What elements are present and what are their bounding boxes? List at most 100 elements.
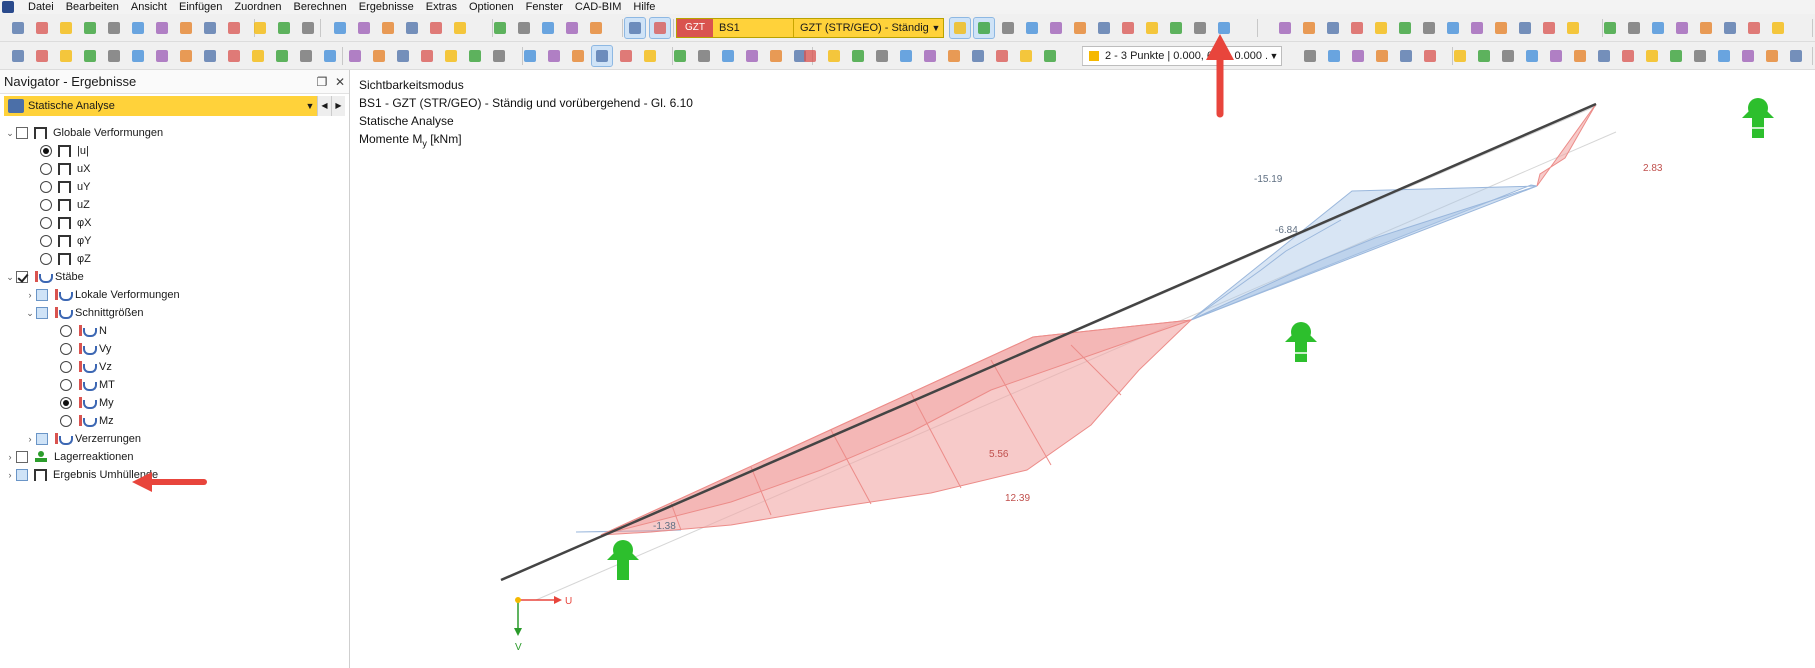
checkbox[interactable]	[36, 289, 48, 301]
toolbar-tool-icon[interactable]	[514, 18, 534, 38]
checkbox[interactable]	[16, 451, 28, 463]
toolbar-tool-icon[interactable]	[766, 46, 786, 66]
toolbar-tool-icon[interactable]	[1714, 46, 1734, 66]
toolbar-tool-icon[interactable]	[992, 46, 1012, 66]
toolbar-tool-icon[interactable]	[718, 46, 738, 66]
toolbar-tool-icon[interactable]	[968, 46, 988, 66]
toolbar-tool-icon[interactable]	[1142, 18, 1162, 38]
toolbar-tool-icon[interactable]	[378, 18, 398, 38]
collapse-icon[interactable]: ⌄	[24, 308, 36, 319]
float-panel-icon[interactable]: ❐	[313, 75, 331, 89]
menu-einfuegen[interactable]: Einfügen	[173, 0, 228, 14]
toolbar-tool-icon[interactable]	[1546, 46, 1566, 66]
toolbar-tool-icon[interactable]	[640, 46, 660, 66]
toolbar-tool-icon[interactable]	[128, 18, 148, 38]
radio-button[interactable]	[40, 253, 52, 265]
tree-item-schnittgroessen[interactable]: ⌄ Schnittgrößen	[24, 304, 143, 322]
radio-button[interactable]	[40, 145, 52, 157]
radio-button[interactable]	[40, 181, 52, 193]
toolbar-tool-icon[interactable]	[1642, 46, 1662, 66]
toolbar-tool-icon[interactable]	[800, 46, 820, 66]
close-icon[interactable]: ✕	[331, 75, 349, 89]
collapse-icon[interactable]: ⌄	[4, 128, 16, 139]
toolbar-tool-icon[interactable]	[1690, 46, 1710, 66]
menu-extras[interactable]: Extras	[420, 0, 463, 14]
toolbar-tool-icon[interactable]	[32, 46, 52, 66]
toolbar-tool-icon[interactable]	[330, 18, 350, 38]
toolbar-tool-icon[interactable]	[1491, 18, 1511, 38]
toolbar-tool-icon[interactable]	[1720, 18, 1740, 38]
expand-icon[interactable]: ›	[24, 290, 36, 300]
toolbar-tool-icon[interactable]	[544, 46, 564, 66]
toolbar-tool-icon[interactable]	[224, 46, 244, 66]
toolbar-tool-icon[interactable]	[1166, 18, 1186, 38]
tree-item-staebe[interactable]: ⌄ Stäbe	[4, 268, 84, 286]
radio-button[interactable]	[40, 217, 52, 229]
next-icon[interactable]: ▶	[331, 96, 345, 116]
toolbar-tool-icon[interactable]	[1672, 18, 1692, 38]
toolbar-tool-icon[interactable]	[417, 46, 437, 66]
menu-berechnen[interactable]: Berechnen	[288, 0, 353, 14]
toolbar-tool-icon[interactable]	[848, 46, 868, 66]
toolbar-tool-icon[interactable]	[250, 18, 270, 38]
tree-item-vy[interactable]: Vy	[60, 340, 111, 358]
toolbar-tool-icon[interactable]	[369, 46, 389, 66]
toolbar-tool-icon[interactable]	[224, 18, 244, 38]
toolbar-tool-icon[interactable]	[1570, 46, 1590, 66]
tree-item-n[interactable]: N	[60, 322, 107, 340]
toolbar-tool-icon[interactable]	[1498, 46, 1518, 66]
toolbar-tool-icon[interactable]	[1618, 46, 1638, 66]
expand-icon[interactable]: ›	[4, 452, 16, 462]
tree-item-mz[interactable]: Mz	[60, 412, 114, 430]
toolbar-tool-icon[interactable]	[1648, 18, 1668, 38]
toolbar-tool-icon[interactable]	[274, 18, 294, 38]
tree-item-phiz[interactable]: φZ	[40, 250, 91, 268]
toolbar-tool-icon[interactable]	[1443, 18, 1463, 38]
toolbar-tool-icon[interactable]	[426, 18, 446, 38]
toolbar-tool-icon[interactable]	[1762, 46, 1782, 66]
radio-button[interactable]	[40, 199, 52, 211]
toolbar-tool-icon[interactable]	[1347, 18, 1367, 38]
toolbar-tool-icon[interactable]	[1275, 18, 1295, 38]
toolbar-tool-icon[interactable]	[1395, 18, 1415, 38]
toolbar-tool-icon[interactable]	[1324, 46, 1344, 66]
toolbar-tool-icon[interactable]	[562, 18, 582, 38]
toolbar-tool-icon[interactable]	[8, 46, 28, 66]
toolbar-tool-icon[interactable]	[490, 18, 510, 38]
toolbar-tool-icon[interactable]	[616, 46, 636, 66]
tree-item-u-abs[interactable]: |u|	[40, 142, 89, 160]
toolbar-tool-icon[interactable]	[1522, 46, 1542, 66]
chevron-down-icon[interactable]: ▼	[303, 101, 317, 111]
toolbar-tool-icon[interactable]	[104, 18, 124, 38]
toolbar-tool-icon[interactable]	[272, 46, 292, 66]
radio-button[interactable]	[60, 343, 72, 355]
toolbar-tool-icon[interactable]	[1563, 18, 1583, 38]
tree-item-my[interactable]: My	[60, 394, 114, 412]
menu-hilfe[interactable]: Hilfe	[627, 0, 661, 14]
toolbar-tool-icon[interactable]	[1118, 18, 1138, 38]
radio-button[interactable]	[60, 379, 72, 391]
toolbar-tool-icon[interactable]	[824, 46, 844, 66]
toolbar-tool-icon[interactable]	[176, 18, 196, 38]
checkbox[interactable]	[36, 433, 48, 445]
chevron-down-icon[interactable]: ▼	[929, 19, 943, 37]
toolbar-tool-icon[interactable]	[32, 18, 52, 38]
radio-button[interactable]	[60, 415, 72, 427]
toolbar-tool-icon[interactable]	[80, 18, 100, 38]
toolbar-tool-icon[interactable]	[56, 46, 76, 66]
toolbar-tool-icon[interactable]	[200, 46, 220, 66]
menu-ergebnisse[interactable]: Ergebnisse	[353, 0, 420, 14]
expand-icon[interactable]: ›	[4, 470, 16, 480]
toolbar-tool-icon[interactable]	[649, 17, 671, 39]
toolbar-tool-icon[interactable]	[152, 46, 172, 66]
toolbar-tool-icon[interactable]	[1372, 46, 1392, 66]
tree-item-uy[interactable]: uY	[40, 178, 90, 196]
toolbar-tool-icon[interactable]	[298, 18, 318, 38]
toolbar-tool-icon[interactable]	[354, 18, 374, 38]
toolbar-tool-icon[interactable]	[949, 17, 971, 39]
toolbar-tool-icon[interactable]	[56, 18, 76, 38]
toolbar-tool-icon[interactable]	[296, 46, 316, 66]
toolbar-tool-icon[interactable]	[973, 17, 995, 39]
tree-item-lagerreaktionen[interactable]: › Lagerreaktionen	[4, 448, 134, 466]
toolbar-tool-icon[interactable]	[586, 18, 606, 38]
